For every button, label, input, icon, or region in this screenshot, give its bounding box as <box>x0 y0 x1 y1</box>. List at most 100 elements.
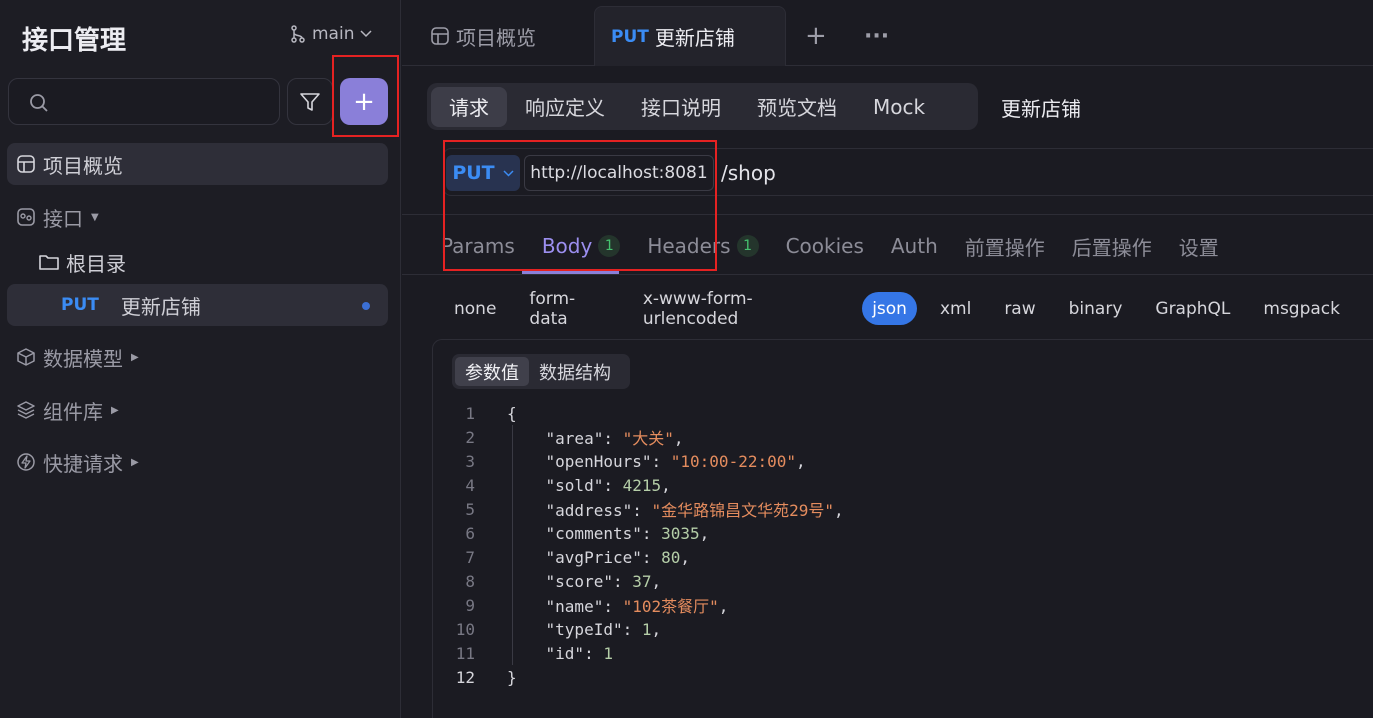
line-number: 10 <box>455 619 475 639</box>
sidebar-item-label: 更新店铺 <box>120 294 201 319</box>
body-type-form-data[interactable]: form-data <box>529 289 609 329</box>
code-line[interactable]: 7 "avgPrice": 80, <box>433 545 1373 569</box>
method-tag: PUT <box>611 26 649 47</box>
body-type-graphql[interactable]: GraphQL <box>1155 292 1230 325</box>
code-text: "typeId": 1, <box>545 619 662 639</box>
sidebar: 接口管理 main + 项目概览 接口 ▼ 根目录 PUT 更新店铺 数据模型 … <box>0 0 401 718</box>
caret-right-icon: ▶ <box>131 456 139 468</box>
line-number: 5 <box>465 499 475 519</box>
code-line[interactable]: 4 "sold": 4215, <box>433 473 1373 497</box>
tab-bar: 项目概览 PUT 更新店铺 + ··· <box>402 0 1373 66</box>
folder-icon <box>38 251 60 273</box>
branch-selector[interactable]: main <box>290 24 373 44</box>
code-line[interactable]: 9 "name": "102茶餐厅", <box>433 593 1373 617</box>
body-type-raw[interactable]: raw <box>1004 292 1035 325</box>
code-text: "score": 37, <box>545 571 662 591</box>
sidebar-item-label: 组件库 <box>43 399 103 424</box>
sidebar-item-overview[interactable]: 项目概览 <box>7 143 388 185</box>
caret-right-icon: ▶ <box>131 351 139 363</box>
body-type-none[interactable]: none <box>454 292 496 325</box>
tab-response-definition[interactable]: 响应定义 <box>507 87 623 127</box>
sidebar-title: 接口管理 <box>22 26 127 56</box>
line-number: 11 <box>455 643 475 663</box>
line-number: 7 <box>465 547 475 567</box>
tab-post-operations[interactable]: 后置操作 <box>1072 230 1152 262</box>
body-type-binary[interactable]: binary <box>1069 292 1123 325</box>
tab-label: Auth <box>890 234 938 258</box>
line-number: 6 <box>465 523 475 543</box>
tab-pre-operations[interactable]: 前置操作 <box>965 230 1045 262</box>
sidebar-item-root-dir[interactable]: 根目录 <box>30 241 388 283</box>
tab-label: 前置操作 <box>964 235 1045 260</box>
code-line[interactable]: 8 "score": 37, <box>433 569 1373 593</box>
code-line[interactable]: 6 "comments": 3035, <box>433 521 1373 545</box>
code-line[interactable]: 10 "typeId": 1, <box>433 617 1373 641</box>
filter-button[interactable] <box>287 78 333 125</box>
code-area[interactable]: 1{2 "area": "大关", 3 "openHours": "10:00-2… <box>433 401 1373 689</box>
tab-auth[interactable]: Auth <box>891 230 938 262</box>
code-line[interactable]: 3 "openHours": "10:00-22:00", <box>433 449 1373 473</box>
more-tabs-button[interactable]: ··· <box>864 6 889 66</box>
body-type-msgpack[interactable]: msgpack <box>1263 292 1340 325</box>
tab-overview[interactable]: 项目概览 <box>430 6 536 66</box>
sidebar-item-data-models[interactable]: 数据模型 ▶ <box>7 336 388 378</box>
branch-icon <box>291 25 305 43</box>
tab-preview-docs[interactable]: 预览文档 <box>739 87 855 127</box>
code-text: "sold": 4215, <box>545 475 671 495</box>
code-line[interactable]: 2 "area": "大关", <box>433 425 1373 449</box>
line-number: 9 <box>465 595 475 615</box>
sidebar-item-label: 快捷请求 <box>43 451 123 476</box>
sidebar-item-interfaces[interactable]: 接口 ▼ <box>7 196 388 238</box>
sidebar-item-label: 根目录 <box>66 251 126 276</box>
tab-label: 更新店铺 <box>654 26 735 50</box>
code-line[interactable]: 1{ <box>433 401 1373 425</box>
tab-label: 项目概览 <box>456 25 536 50</box>
body-type-json[interactable]: json <box>862 292 917 325</box>
code-text: "name": "102茶餐厅", <box>545 597 729 616</box>
tab-label: 设置 <box>1178 235 1219 260</box>
tab-cookies[interactable]: Cookies <box>786 230 864 262</box>
code-text: "comments": 3035, <box>545 523 710 543</box>
highlight-box-url <box>443 140 717 271</box>
tab-param-values[interactable]: 参数值 <box>455 357 529 386</box>
api-name[interactable]: 更新店铺 <box>1001 93 1081 122</box>
search-input[interactable] <box>8 78 280 125</box>
caret-down-icon: ▼ <box>91 211 99 223</box>
sidebar-item-endpoint[interactable]: PUT 更新店铺 <box>7 284 388 326</box>
sidebar-item-quick-requests[interactable]: 快捷请求 ▶ <box>7 441 388 483</box>
code-text: "id": 1 <box>545 643 613 663</box>
tab-data-structure[interactable]: 数据结构 <box>529 357 621 386</box>
tab-request[interactable]: 请求 <box>431 86 507 127</box>
json-editor[interactable]: 参数值 数据结构 1{2 "area": "大关", 3 "openHours":… <box>432 339 1373 718</box>
chevron-down-icon <box>360 30 373 38</box>
path-input[interactable]: /shop <box>721 161 776 185</box>
caret-right-icon: ▶ <box>111 404 119 416</box>
sidebar-item-label: 接口 <box>43 206 83 231</box>
body-type-xml[interactable]: xml <box>940 292 971 325</box>
line-number: 2 <box>465 427 475 447</box>
body-type-urlencoded[interactable]: x-www-form-urlencoded <box>643 289 839 329</box>
count-badge: 1 <box>736 235 759 257</box>
tab-interface-description[interactable]: 接口说明 <box>623 87 739 127</box>
highlight-box-add <box>332 55 399 137</box>
sidebar-item-components[interactable]: 组件库 ▶ <box>7 389 388 431</box>
tab-mock[interactable]: Mock <box>855 87 943 127</box>
line-number: 8 <box>465 571 475 591</box>
line-number: 12 <box>455 667 475 687</box>
layers-icon <box>15 399 37 421</box>
sidebar-item-label: 项目概览 <box>43 153 123 178</box>
filter-icon <box>300 92 320 111</box>
method-tag: PUT <box>61 295 99 315</box>
body-type-selector: none form-data x-www-form-urlencoded jso… <box>454 289 1373 329</box>
code-line[interactable]: 11 "id": 1 <box>433 641 1373 665</box>
code-line[interactable]: 12} <box>433 665 1373 689</box>
add-tab-button[interactable]: + <box>805 6 827 66</box>
code-text: } <box>507 667 517 687</box>
code-line[interactable]: 5 "address": "金华路锦昌文华苑29号", <box>433 497 1373 521</box>
app-window: 接口管理 main + 项目概览 接口 ▼ 根目录 PUT 更新店铺 数据模型 … <box>0 0 1373 718</box>
lightning-icon <box>15 451 37 473</box>
code-text: "area": "大关", <box>545 429 684 448</box>
code-text: "openHours": "10:00-22:00", <box>545 451 806 471</box>
tab-settings[interactable]: 设置 <box>1179 230 1219 262</box>
tab-update-shop[interactable]: PUT 更新店铺 <box>594 6 786 66</box>
